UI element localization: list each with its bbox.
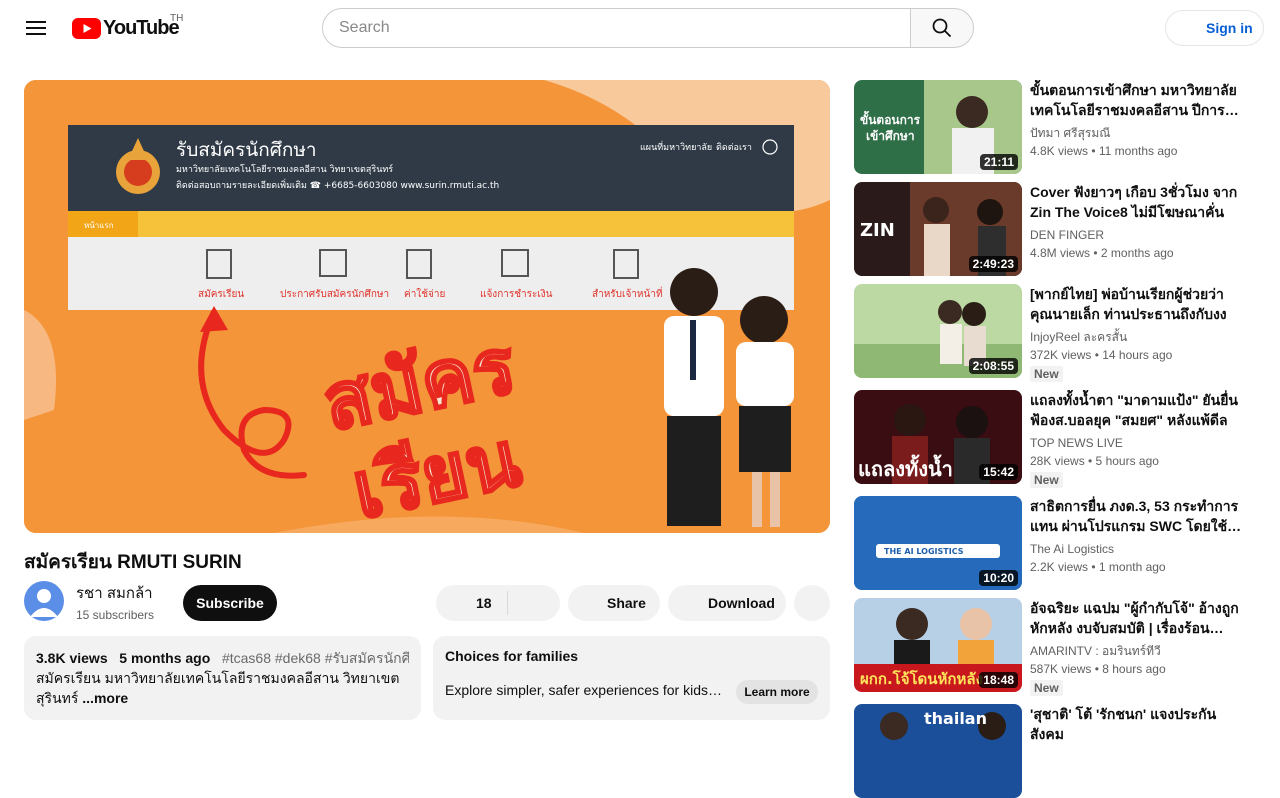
new-badge: New [1030, 472, 1063, 488]
recommended-video[interactable]: ขั้นตอนการเข้าศึกษา 21:11 ขั้นตอนการเข้า… [854, 80, 1254, 174]
site-menu-staff: สำหรับเจ้าหน้าที่ [592, 286, 663, 300]
new-badge: New [1030, 680, 1063, 696]
channel-name[interactable]: InjoyReel ละครสั้น [1030, 328, 1250, 346]
like-count: 18 [476, 595, 492, 611]
svg-text:ขั้นตอนการ: ขั้นตอนการ [860, 110, 921, 127]
recommended-video[interactable]: ผกก.โจ้โดนหักหลัง 18:48 อัจฉริยะ แฉปม "ผ… [854, 598, 1254, 696]
site-title: รับสมัครนักศึกษา [176, 139, 317, 161]
channel-name[interactable]: AMARINTV : อมรินทร์ทีวี [1030, 642, 1250, 660]
video-thumbnail[interactable]: ผกก.โจ้โดนหักหลัง 18:48 [854, 598, 1022, 692]
masthead: YouTube TH Search Sign in [0, 0, 1280, 56]
video-stats: 372K views • 14 hours ago [1030, 348, 1173, 362]
video-thumbnail[interactable]: THE AI LOGISTICS 10:20 [854, 496, 1022, 590]
video-stats: 28K views • 5 hours ago [1030, 454, 1159, 468]
sign-in-button[interactable]: Sign in [1165, 10, 1264, 46]
video-thumbnail[interactable]: ZIN 2:49:23 [854, 182, 1022, 276]
channel-name[interactable]: TOP NEWS LIVE [1030, 434, 1250, 452]
recommended-video[interactable]: ZIN 2:49:23 Cover ฟังยาวๆ เกือบ 3ชั่วโมง… [854, 182, 1254, 276]
video-thumbnail[interactable]: 2:08:55 [854, 284, 1022, 378]
person-icon [30, 589, 58, 617]
video-duration: 10:20 [979, 570, 1018, 586]
guide-menu-button[interactable] [16, 8, 56, 48]
download-button[interactable]: Download [668, 585, 786, 621]
video-stats: 2.2K views • 1 month ago [1030, 560, 1166, 574]
video-duration: 21:11 [979, 154, 1018, 170]
site-subtitle: มหาวิทยาลัยเทคโนโลยีราชมงคลอีสาน วิทยาเข… [176, 163, 393, 175]
country-code: TH [170, 13, 184, 24]
video-title[interactable]: แถลงทั้งน้ำตา "มาดามแป้ง" ยันยื่นฟ้องส.บ… [1030, 390, 1250, 430]
recommended-video[interactable]: thailan 'สุชาติ' โต้ 'รักชนก' แจงประกันส… [854, 704, 1254, 798]
families-title: Choices for families [445, 648, 579, 664]
families-text: Explore simpler, safer experiences for k… [445, 682, 725, 698]
video-title: สมัครเรียน RMUTI SURIN [24, 552, 242, 573]
hamburger-icon [26, 21, 46, 35]
sign-in-label: Sign in [1206, 20, 1253, 36]
video-player[interactable]: รับสมัครนักศึกษา มหาวิทยาลัยเทคโนโลยีราช… [24, 80, 830, 533]
video-owner[interactable]: รชา สมกล้า 15 subscribers [24, 581, 155, 622]
description-line-2: สุรินทร์ [36, 690, 79, 706]
like-divider [507, 591, 508, 615]
share-button[interactable]: Share [568, 585, 660, 621]
video-duration: 2:49:23 [968, 256, 1018, 272]
video-title[interactable]: ขั้นตอนการเข้าศึกษา มหาวิทยาลัยเทคโนโลยี… [1030, 80, 1250, 120]
site-menu-apply: สมัครเรียน [198, 288, 244, 300]
video-thumbnail[interactable]: ขั้นตอนการเข้าศึกษา 21:11 [854, 80, 1022, 174]
svg-text:แถลงทั้งน้ำ: แถลงทั้งน้ำ [858, 454, 953, 481]
video-title[interactable]: สาธิตการยื่น ภงด.3, 53 กระทำการแทน ผ่านโ… [1030, 496, 1250, 536]
channel-name[interactable]: รชา สมกล้า [76, 581, 154, 605]
recommended-video[interactable]: แถลงทั้งน้ำ 15:42 แถลงทั้งน้ำตา "มาดามแป… [854, 390, 1254, 488]
download-label: Download [708, 595, 775, 611]
learn-more-button[interactable]: Learn more [736, 680, 818, 704]
like-dislike-button[interactable]: 18 [436, 585, 560, 621]
svg-text:ZIN: ZIN [860, 220, 895, 241]
site-home-tab: หน้าแรก [84, 221, 114, 230]
description-more-button[interactable]: ...more [82, 690, 128, 706]
video-title[interactable]: 'สุชาติ' โต้ 'รักชนก' แจงประกันสังคม [1030, 704, 1250, 744]
upload-age: 5 months ago [119, 650, 211, 666]
video-stats: 4.8M views • 2 months ago [1030, 246, 1174, 260]
youtube-logo[interactable]: YouTube TH [72, 13, 183, 40]
svg-text:ผกก.โจ้โดนหักหลัง: ผกก.โจ้โดนหักหลัง [860, 669, 983, 688]
video-thumbnail: รับสมัครนักศึกษา มหาวิทยาลัยเทคโนโลยีราช… [24, 80, 830, 533]
site-menu-payment: แจ้งการชำระเงิน [480, 288, 553, 300]
video-stats: 587K views • 8 hours ago [1030, 662, 1166, 676]
youtube-play-icon [72, 18, 101, 39]
share-label: Share [607, 595, 646, 611]
svg-text:THE AI LOGISTICS: THE AI LOGISTICS [884, 547, 964, 556]
site-nav-contact: ติดต่อเรา [716, 142, 752, 153]
view-count: 3.8K views [36, 650, 108, 666]
video-thumbnail[interactable]: thailan [854, 704, 1022, 798]
channel-name[interactable]: DEN FINGER [1030, 226, 1250, 244]
video-duration: 2:08:55 [968, 358, 1018, 374]
video-duration: 18:48 [979, 672, 1018, 688]
families-panel: Choices for families Explore simpler, sa… [433, 636, 830, 720]
video-thumbnail[interactable]: แถลงทั้งน้ำ 15:42 [854, 390, 1022, 484]
channel-avatar[interactable] [24, 581, 64, 621]
channel-name[interactable]: The Ai Logistics [1030, 540, 1250, 558]
video-title[interactable]: อัจฉริยะ แฉปม "ผู้กำกับโจ้" อ้างถูกหักหล… [1030, 598, 1250, 638]
subscribe-button[interactable]: Subscribe [183, 585, 277, 621]
description-box[interactable]: 3.8K views 5 months ago #tcas68 #dek68 #… [24, 636, 421, 720]
svg-text:thailan: thailan [924, 709, 987, 728]
search-input[interactable]: Search [322, 8, 911, 48]
description-line-1: สมัครเรียน มหาวิทยาลัยเทคโนโลยีราชมงคลอี… [36, 670, 400, 686]
video-title[interactable]: Cover ฟังยาวๆ เกือบ 3ชั่วโมง จาก Zin The… [1030, 182, 1250, 222]
new-badge: New [1030, 366, 1063, 382]
search-icon [932, 18, 952, 38]
svg-text:เข้าศึกษา: เข้าศึกษา [866, 129, 915, 143]
more-actions-button[interactable] [794, 585, 830, 621]
search-button[interactable] [910, 8, 974, 48]
video-duration: 15:42 [979, 464, 1018, 480]
video-stats: 4.8K views • 11 months ago [1030, 144, 1178, 158]
site-menu-fees: ค่าใช้จ่าย [404, 288, 445, 300]
recommended-video[interactable]: 2:08:55 [พากย์ไทย] พ่อบ้านเรียกผู้ช่วยว่… [854, 284, 1254, 382]
site-menu-announce: ประกาศรับสมัครนักศึกษา [280, 288, 389, 300]
subscriber-count: 15 subscribers [76, 607, 155, 622]
recommended-video[interactable]: THE AI LOGISTICS 10:20 สาธิตการยื่น ภงด.… [854, 496, 1254, 590]
video-title[interactable]: [พากย์ไทย] พ่อบ้านเรียกผู้ช่วยว่าคุณนายเ… [1030, 284, 1250, 324]
hashtags[interactable]: #tcas68 #dek68 #รับสมัครนักศึกษ [222, 650, 409, 666]
logo-text: YouTube [103, 17, 180, 39]
channel-name[interactable]: ปัทมา ศรีสุรมณี [1030, 124, 1250, 142]
